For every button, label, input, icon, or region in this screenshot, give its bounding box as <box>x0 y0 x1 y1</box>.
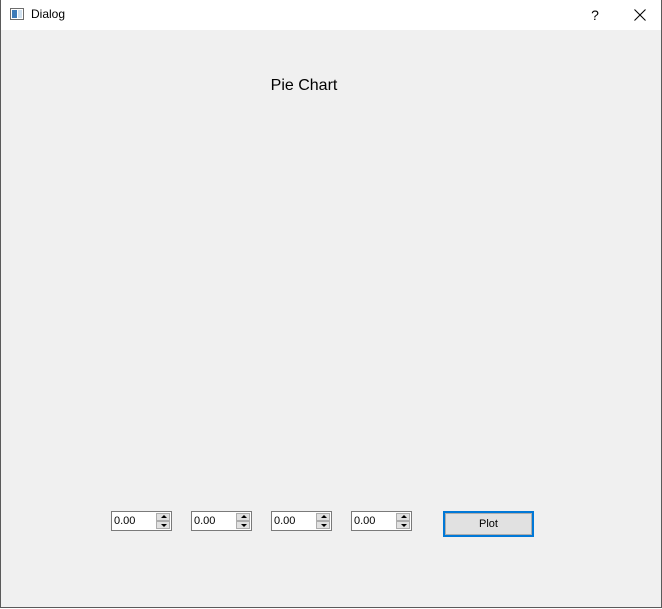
chart-title: Pie Chart <box>270 77 338 94</box>
spin-up-arrow-icon[interactable] <box>156 513 170 521</box>
value-spinbox-4[interactable]: 0.00 <box>351 511 412 531</box>
spin-up-arrow-icon[interactable] <box>236 513 250 521</box>
value-spinbox-3[interactable]: 0.00 <box>271 511 332 531</box>
close-button[interactable] <box>618 0 662 30</box>
spin-down-arrow-icon[interactable] <box>236 521 250 529</box>
value-spinbox-1[interactable]: 0.00 <box>111 511 172 531</box>
plot-button-label: Plot <box>479 518 498 530</box>
title-bar[interactable]: Dialog ? <box>1 0 661 30</box>
window-title: Dialog <box>31 7 66 21</box>
spinbox-value[interactable]: 0.00 <box>194 515 215 527</box>
close-icon <box>634 9 646 21</box>
value-spinbox-2[interactable]: 0.00 <box>191 511 252 531</box>
spinbox-value[interactable]: 0.00 <box>354 515 375 527</box>
spin-down-arrow-icon[interactable] <box>156 521 170 529</box>
spinbox-value[interactable]: 0.00 <box>274 515 295 527</box>
help-button[interactable]: ? <box>575 0 615 30</box>
dialog-window: Dialog ? Pie Chart 0.00 0.00 0.00 0.00 P… <box>0 0 662 608</box>
app-window-icon <box>10 8 24 20</box>
plot-button[interactable]: Plot <box>443 511 534 537</box>
spinbox-value[interactable]: 0.00 <box>114 515 135 527</box>
spin-down-arrow-icon[interactable] <box>396 521 410 529</box>
spin-up-arrow-icon[interactable] <box>316 513 330 521</box>
spin-up-arrow-icon[interactable] <box>396 513 410 521</box>
spin-down-arrow-icon[interactable] <box>316 521 330 529</box>
